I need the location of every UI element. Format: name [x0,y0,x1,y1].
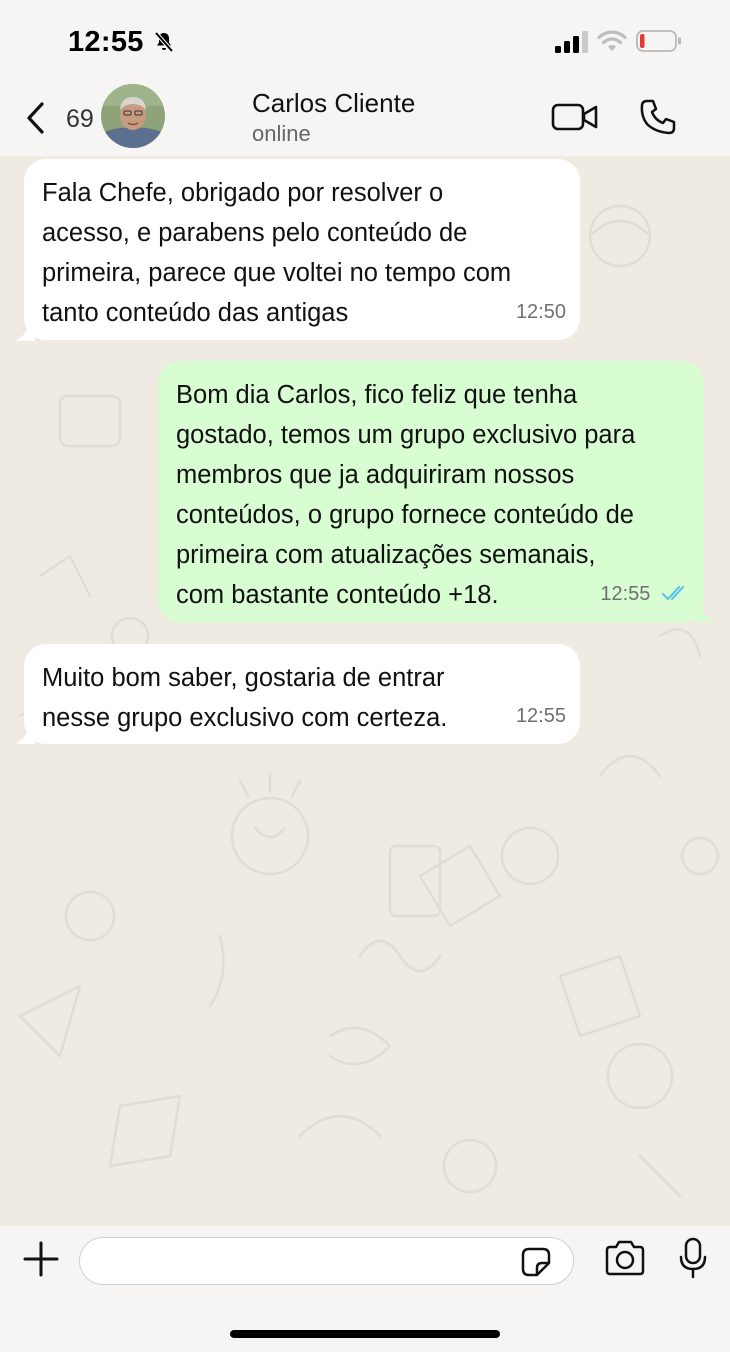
cellular-signal-icon [555,31,588,53]
status-bar: 12:55 [0,0,730,80]
message-time: 12:55 [600,583,651,605]
message-input[interactable] [79,1237,574,1285]
read-checks-icon [662,586,684,600]
message-outgoing[interactable]: Bom dia Carlos, fico feliz que tenha gos… [158,361,704,622]
wifi-icon [597,30,627,51]
status-time: 12:55 [68,26,144,58]
contact-status: online [252,121,311,146]
message-meta: 12:55 [600,574,690,614]
chat-header: 69 Carlos Cliente online [0,80,730,156]
message-text: Muito bom saber, gostaria de entrar ness… [42,664,448,732]
message-text: Fala Chefe, obrigado por resolver o aces… [42,179,512,327]
message-incoming[interactable]: Muito bom saber, gostaria de entrar ness… [24,644,580,744]
message-time: 12:50 [515,301,566,323]
sticker-icon[interactable] [520,1246,552,1278]
composer-bar [0,1226,730,1352]
battery-low-icon [636,30,681,52]
phone-icon[interactable] [638,97,678,137]
message-time: 12:55 [515,705,566,727]
video-camera-icon[interactable] [550,99,600,135]
chevron-left-icon[interactable] [22,100,50,136]
avatar[interactable] [101,84,165,148]
bell-slash-icon [154,31,174,53]
avatar-photo [101,84,165,148]
chat-area[interactable]: Fala Chefe, obrigado por resolver o aces… [0,156,730,1226]
plus-icon[interactable] [22,1240,60,1278]
home-indicator[interactable] [230,1330,500,1338]
microphone-icon[interactable] [678,1237,708,1279]
unread-count[interactable]: 69 [66,105,94,134]
message-incoming[interactable]: Fala Chefe, obrigado por resolver o aces… [24,159,580,340]
camera-icon[interactable] [603,1240,647,1276]
contact-name[interactable]: Carlos Cliente [252,88,415,119]
